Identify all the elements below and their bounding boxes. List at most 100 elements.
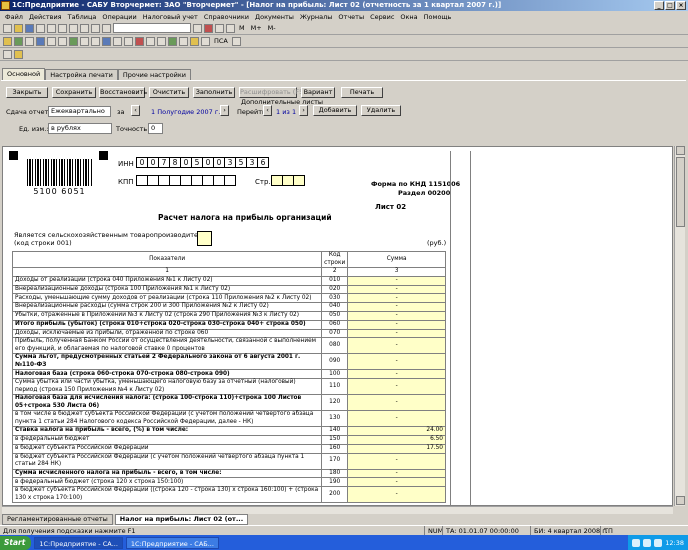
menu-item[interactable]: Файл xyxy=(2,13,26,21)
scroll-up-arrow[interactable] xyxy=(676,146,685,155)
account-plan-icon[interactable] xyxy=(14,36,23,46)
row-sum[interactable]: - xyxy=(347,378,446,396)
scroll-thumb[interactable] xyxy=(676,157,685,227)
vertical-scrollbar[interactable] xyxy=(674,146,685,506)
window-tab-regulated[interactable]: Регламентированные отчеты xyxy=(2,514,113,525)
find-next-icon[interactable] xyxy=(193,23,202,33)
row-sum[interactable]: - xyxy=(347,369,446,380)
menu-item[interactable]: Помощь xyxy=(421,13,455,21)
calculator-icon[interactable] xyxy=(226,23,235,33)
print-icon[interactable] xyxy=(69,23,78,33)
row-sum[interactable]: - xyxy=(347,410,446,428)
row-sum[interactable]: - xyxy=(347,486,446,504)
row-sum[interactable]: - xyxy=(347,293,446,304)
tab-other-settings[interactable]: Прочие настройки xyxy=(117,69,192,80)
language-icon[interactable] xyxy=(632,538,641,547)
start-button[interactable]: Start xyxy=(0,535,32,550)
paste-icon[interactable] xyxy=(58,23,67,33)
next-period-button[interactable]: › xyxy=(220,105,229,116)
cut-icon[interactable] xyxy=(36,23,45,33)
expand-button[interactable]: Расшифровать (F5) xyxy=(239,87,306,98)
open-icon[interactable] xyxy=(14,23,23,33)
reports-icon[interactable] xyxy=(47,36,56,46)
network-icon[interactable] xyxy=(643,538,652,547)
assets-icon[interactable] xyxy=(135,36,144,46)
bank-icon[interactable] xyxy=(124,36,133,46)
preview-icon[interactable] xyxy=(80,23,89,33)
balance-icon[interactable] xyxy=(58,36,67,46)
calendar-icon[interactable] xyxy=(215,23,224,33)
regulated-icon[interactable] xyxy=(201,36,210,46)
menu-item[interactable]: Действия xyxy=(26,13,65,21)
close-window-button[interactable]: × xyxy=(676,1,686,10)
menu-item[interactable]: Справочники xyxy=(201,13,252,21)
row-sum[interactable]: - xyxy=(347,328,446,339)
salary-icon[interactable] xyxy=(179,36,188,46)
menu-item[interactable]: Окна xyxy=(397,13,420,21)
window-tab-profit-tax[interactable]: Налог на прибыль: Лист 02 (от... xyxy=(114,514,249,525)
maximize-button[interactable]: □ xyxy=(665,1,675,10)
row-sum[interactable]: - xyxy=(347,337,446,355)
variant-button[interactable]: Вариант xyxy=(301,87,335,98)
volume-icon[interactable] xyxy=(654,538,663,547)
remove-sheet-button[interactable]: Удалить xyxy=(361,105,401,116)
memory-minus-label[interactable]: M- xyxy=(266,24,278,32)
prev-sheet-button[interactable]: ‹ xyxy=(263,105,272,116)
print-button[interactable]: Печать xyxy=(341,87,383,98)
menu-item[interactable]: Документы xyxy=(252,13,297,21)
documents-icon[interactable] xyxy=(36,36,45,46)
sheet-form-icon[interactable] xyxy=(3,49,12,59)
row-sum[interactable]: - xyxy=(347,284,446,295)
memory-label[interactable]: M xyxy=(237,24,247,32)
page-cells[interactable] xyxy=(271,175,305,186)
help-icon[interactable] xyxy=(204,23,213,33)
unit-select[interactable]: в рублях xyxy=(48,123,112,134)
save-icon[interactable] xyxy=(25,23,34,33)
scroll-down-arrow[interactable] xyxy=(676,496,685,505)
row-sum[interactable]: - xyxy=(347,302,446,312)
menu-item[interactable]: Операции xyxy=(99,13,139,21)
row-sum[interactable]: 24.00 xyxy=(347,426,446,436)
search-combo[interactable] xyxy=(113,23,191,33)
row-sum[interactable]: 17.50 xyxy=(347,443,446,454)
menu-item[interactable]: Журналы xyxy=(297,13,336,21)
tax-icon[interactable] xyxy=(190,36,199,46)
fill-button[interactable]: Заполнить xyxy=(193,87,235,98)
precision-field[interactable]: 0 xyxy=(148,123,163,134)
menu-item[interactable]: Отчеты xyxy=(335,13,367,21)
row-sum[interactable]: - xyxy=(347,477,446,488)
kpp-cells[interactable] xyxy=(136,175,236,186)
settings-icon[interactable] xyxy=(14,49,23,59)
row-sum[interactable]: - xyxy=(347,468,446,479)
save-button[interactable]: Сохранить xyxy=(52,87,96,98)
sales-icon[interactable] xyxy=(157,36,166,46)
close-button[interactable]: Закрыть xyxy=(6,87,48,98)
new-icon[interactable] xyxy=(3,23,12,33)
journal-icon[interactable] xyxy=(3,36,12,46)
purchase-icon[interactable] xyxy=(168,36,177,46)
row-sum[interactable]: - xyxy=(347,310,446,321)
page-cell[interactable] xyxy=(293,175,305,186)
undo-icon[interactable] xyxy=(91,23,100,33)
window-title-bar[interactable]: 1С:Предприятие - САБУ Вторчермет: ЗАО "В… xyxy=(0,0,688,11)
agri-field[interactable] xyxy=(197,231,212,246)
row-sum[interactable]: - xyxy=(347,353,446,371)
menu-item[interactable]: Таблица xyxy=(65,13,100,21)
kpp-cell[interactable] xyxy=(224,175,236,186)
operations-icon[interactable] xyxy=(25,36,34,46)
copy-icon[interactable] xyxy=(47,23,56,33)
sheet-icon[interactable] xyxy=(91,36,100,46)
add-sheet-button[interactable]: Добавить xyxy=(313,105,357,116)
cards-icon[interactable] xyxy=(80,36,89,46)
clear-button[interactable]: Очистить xyxy=(149,87,189,98)
analysis-icon[interactable] xyxy=(69,36,78,46)
register-icon[interactable] xyxy=(102,36,111,46)
row-sum[interactable]: - xyxy=(347,275,446,286)
prev-period-button[interactable]: ‹ xyxy=(131,105,140,116)
row-sum[interactable]: - xyxy=(347,394,446,412)
next-sheet-button[interactable]: › xyxy=(299,105,308,116)
horizontal-scrollbar[interactable] xyxy=(2,506,673,514)
minimize-button[interactable]: _ xyxy=(654,1,664,10)
restore-button[interactable]: Восстановить xyxy=(99,87,147,98)
tab-print-settings[interactable]: Настройка печати xyxy=(45,69,118,80)
